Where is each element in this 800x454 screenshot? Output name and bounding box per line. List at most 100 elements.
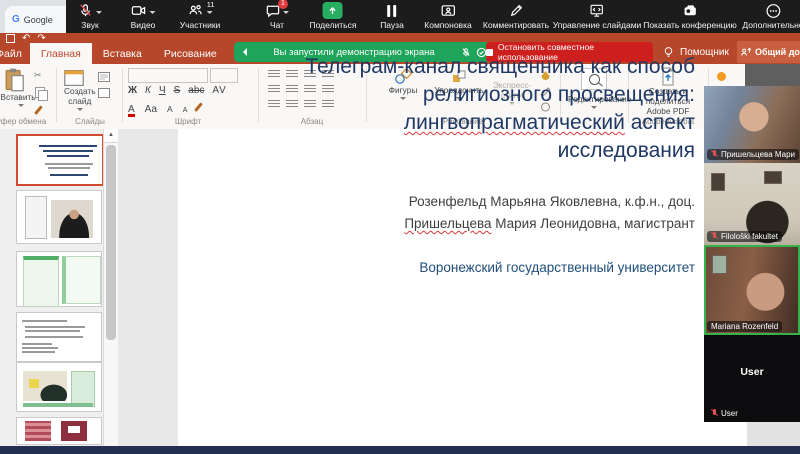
share-access-button[interactable]: Общий доступ [737,41,800,63]
change-case-button[interactable]: Аа [145,104,157,115]
participant-4-center-name: User [704,366,800,378]
participant-2-label: Filološki fakultet [707,231,782,242]
misspelled-word: Пришельцева [404,216,491,231]
reset-slide-icon[interactable] [98,88,110,98]
chat-icon: 1 [265,3,280,18]
paste-button[interactable]: Вставить [4,68,38,110]
tab-insert[interactable]: Вставка [92,43,153,64]
slide-layout-icon[interactable] [98,72,110,82]
thumbnail-slide-6[interactable] [16,417,102,445]
participant-1-label: Пришельцева Мари [707,149,799,160]
pencil-icon [508,3,523,18]
mic-muted-icon [711,150,718,159]
clipboard-group-label: Буфер обмена [0,117,54,126]
bold-button[interactable]: Ж [128,85,137,96]
mic-muted-icon [711,409,718,418]
title-line-2: религиозного просвещения: [175,81,695,109]
toolbar-show-conference-button[interactable]: Показать конференцию [643,2,737,30]
new-slide-label-2: слайд [64,96,96,106]
grow-font-button[interactable]: А [167,104,173,114]
toolbar-chat-label: Чат [270,20,284,30]
google-logo-icon: G [12,14,20,25]
toolbar-video-label: Видео [131,20,156,30]
thumbnail-slide-4[interactable] [16,312,102,362]
picture-frame [712,255,727,274]
video-tile-4[interactable]: User User [704,335,800,422]
more-ellipsis-icon [765,3,781,19]
slide-thumbnail-panel: ▲ [0,129,118,446]
conference-toolbar: Звук Видео 11 Участники 1 [66,0,800,33]
chevron-down-icon[interactable] [150,11,156,17]
toolbar-sound-button[interactable]: Звук [78,2,102,30]
italic-button[interactable]: К [145,85,151,96]
thumbnail-scrollbar[interactable]: ▲ [103,129,118,446]
scrollbar-thumb[interactable] [106,145,116,340]
toolbar-layout-button[interactable]: Компоновка [424,2,471,30]
slides-monitor-icon [589,3,605,18]
screen: G Google Звук Видео [0,0,800,454]
copy-icon[interactable] [35,85,45,103]
toolbar-sound-label: Звук [81,20,98,30]
title-line-4: исследования [175,137,695,165]
video-participants-panel: Пришельцева Мари Filološki fakultet Mari… [704,86,800,422]
toolbar-participants-label: Участники [180,20,221,30]
scroll-up-arrow[interactable]: ▲ [104,129,118,143]
tab-file[interactable]: Файл [0,43,30,64]
slide-authors-textbox[interactable]: Розенфельд Марьяна Яковлевна, к.ф.н., до… [175,191,695,279]
microphone-muted-icon [78,3,93,18]
underline-button[interactable]: Ч [159,85,166,96]
picture-frame [711,173,725,191]
person-share-icon [740,46,752,59]
layout-icon [440,3,456,18]
toolbar-share-label: Поделиться [310,20,357,30]
save-icon[interactable] [6,34,15,43]
camera-icon [131,3,147,18]
toolbar-more-label: Дополнительно [742,20,800,30]
slide-title-textbox[interactable]: Телеграм-канал священника как способ рел… [175,53,695,165]
chevron-down-icon[interactable] [96,11,102,17]
toolbar-manage-slides-button[interactable]: Управление слайдами [553,2,642,30]
tab-home[interactable]: Главная [30,43,92,64]
toolbar-annotate-label: Комментировать [483,20,549,30]
new-slide-label-1: Создать [64,86,96,96]
toolbar-pause-button[interactable]: Пауза [380,2,404,30]
toolbar-share-button[interactable]: Поделиться [310,2,357,30]
cut-icon[interactable]: ✂ [34,70,42,81]
conference-view-icon [682,3,698,18]
thumbnail-slide-2[interactable] [16,190,102,244]
slides-group-label: Слайды [58,117,122,126]
university-line: Воронежский государственный университет [175,257,695,279]
paste-label: Вставить [0,92,38,102]
chevron-down-icon[interactable] [206,11,212,17]
thumbnail-slide-1-selected[interactable] [16,134,104,186]
new-slide-button[interactable]: Создать слайд [64,70,96,114]
toolbar-chat-button[interactable]: 1 Чат [265,2,289,30]
conference-panel-top [745,64,800,86]
participant-3-label: Mariana Rozenfeld [707,321,782,332]
browser-strip: G Google [0,0,66,33]
toolbar-video-button[interactable]: Видео [131,2,156,30]
thumbnail-slide-5[interactable] [16,362,102,412]
toolbar-more-button[interactable]: Дополнительно [742,2,800,30]
chevron-down-icon[interactable] [283,11,289,17]
slide-editing-area [118,129,800,446]
video-tile-1[interactable]: Пришельцева Мари [704,86,800,163]
orange-status-dot [717,72,726,81]
share-access-label: Общий доступ [755,47,800,57]
author-line-1: Розенфельд Марьяна Яковлевна, к.ф.н., до… [175,191,695,213]
chat-unread-badge: 1 [278,0,288,9]
video-tile-3-active-speaker[interactable]: Mariana Rozenfeld [704,245,800,335]
font-color-button[interactable]: А [128,105,135,117]
toolbar-show-conference-label: Показать конференцию [643,20,737,30]
participants-icon: 11 [187,3,203,18]
thumbnail-slide-3[interactable] [16,251,102,307]
participants-count-badge: 11 [207,0,215,9]
toolbar-annotate-button[interactable]: Комментировать [483,2,549,30]
browser-tab-label: Google [24,15,53,25]
toolbar-layout-label: Компоновка [424,20,471,30]
title-line-3: лингвопрагматический аспект [175,109,695,137]
mic-muted-icon [711,232,718,241]
toolbar-participants-button[interactable]: 11 Участники [180,2,221,30]
pause-icon [388,5,397,17]
video-tile-2[interactable]: Filološki fakultet [704,163,800,245]
